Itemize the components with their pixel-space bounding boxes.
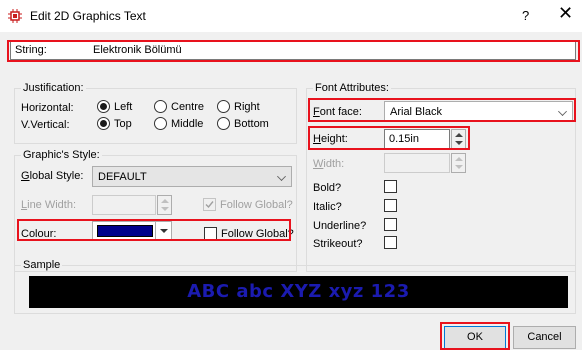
window-title: Edit 2D Graphics Text <box>30 9 146 23</box>
v-top-radio[interactable] <box>97 117 110 130</box>
checkmark-icon <box>205 201 214 209</box>
font-face-highlight <box>308 98 576 122</box>
colour-highlight <box>17 219 291 241</box>
font-attributes-group-label: Font Attributes: <box>313 82 391 94</box>
cancel-button[interactable]: Cancel <box>513 326 576 349</box>
help-button[interactable]: ? <box>522 8 529 23</box>
spin-up-icon <box>161 199 169 203</box>
width-input[interactable] <box>384 153 450 173</box>
close-button[interactable]: ✕ <box>558 4 573 22</box>
sample-text: ABC abc XYZ xyz 123 <box>187 281 410 302</box>
height-highlight <box>308 126 470 150</box>
global-style-value: DEFAULT <box>98 171 147 183</box>
spin-up-icon <box>455 157 463 161</box>
string-highlight <box>7 40 580 62</box>
h-left-radio[interactable] <box>97 100 110 113</box>
v-top-label[interactable]: Top <box>114 118 132 130</box>
italic-checkbox[interactable] <box>384 199 397 212</box>
width-label: Width: <box>313 158 345 170</box>
line-width-label-text: ine Width: <box>27 199 77 211</box>
v-bottom-radio[interactable] <box>217 117 230 130</box>
strikeout-label: Strikeout? <box>313 238 363 250</box>
h-left-label[interactable]: Left <box>114 101 132 113</box>
underline-checkbox[interactable] <box>384 218 397 231</box>
vertical-label: V.Vertical: <box>21 119 70 131</box>
sample-preview: ABC abc XYZ xyz 123 <box>29 276 568 308</box>
global-style-label-text: lobal Style: <box>29 170 84 182</box>
italic-label: Italic? <box>313 201 342 213</box>
strikeout-checkbox[interactable] <box>384 236 397 249</box>
bold-checkbox[interactable] <box>384 180 397 193</box>
chip-icon <box>8 9 22 23</box>
line-width-follow-checkbox[interactable] <box>203 198 216 211</box>
title-bar: Edit 2D Graphics Text ? ✕ <box>0 0 582 32</box>
spin-down-icon <box>455 165 463 169</box>
v-middle-radio[interactable] <box>154 117 167 130</box>
global-style-label: Global Style: <box>21 170 84 182</box>
chevron-down-icon <box>277 172 286 181</box>
width-label-text: idth: <box>323 158 345 170</box>
line-width-follow-label[interactable]: Follow Global? <box>220 199 293 211</box>
global-style-dropdown[interactable]: DEFAULT <box>92 166 292 187</box>
line-width-spinner[interactable] <box>157 195 172 215</box>
horizontal-label: Horizontal: <box>21 102 74 114</box>
width-spinner[interactable] <box>451 153 466 173</box>
bold-label: Bold? <box>313 182 342 194</box>
ok-highlight <box>440 322 510 350</box>
spin-down-icon <box>161 207 169 211</box>
line-width-label: Line Width: <box>21 199 77 211</box>
h-centre-label[interactable]: Centre <box>171 101 204 113</box>
graphics-style-group-label: Graphic's Style: <box>21 149 102 161</box>
h-right-label[interactable]: Right <box>234 101 260 113</box>
dialog-body: String: Elektronik Bölümü Justification:… <box>0 32 582 350</box>
underline-label: Underline? <box>313 220 367 232</box>
v-bottom-label[interactable]: Bottom <box>234 118 269 130</box>
v-middle-label[interactable]: Middle <box>171 118 203 130</box>
sample-group-label: Sample <box>21 259 63 271</box>
h-centre-radio[interactable] <box>154 100 167 113</box>
justification-group-label: Justification: <box>21 82 86 94</box>
justification-group: Justification: <box>14 82 297 144</box>
line-width-input[interactable] <box>92 195 156 215</box>
h-right-radio[interactable] <box>217 100 230 113</box>
